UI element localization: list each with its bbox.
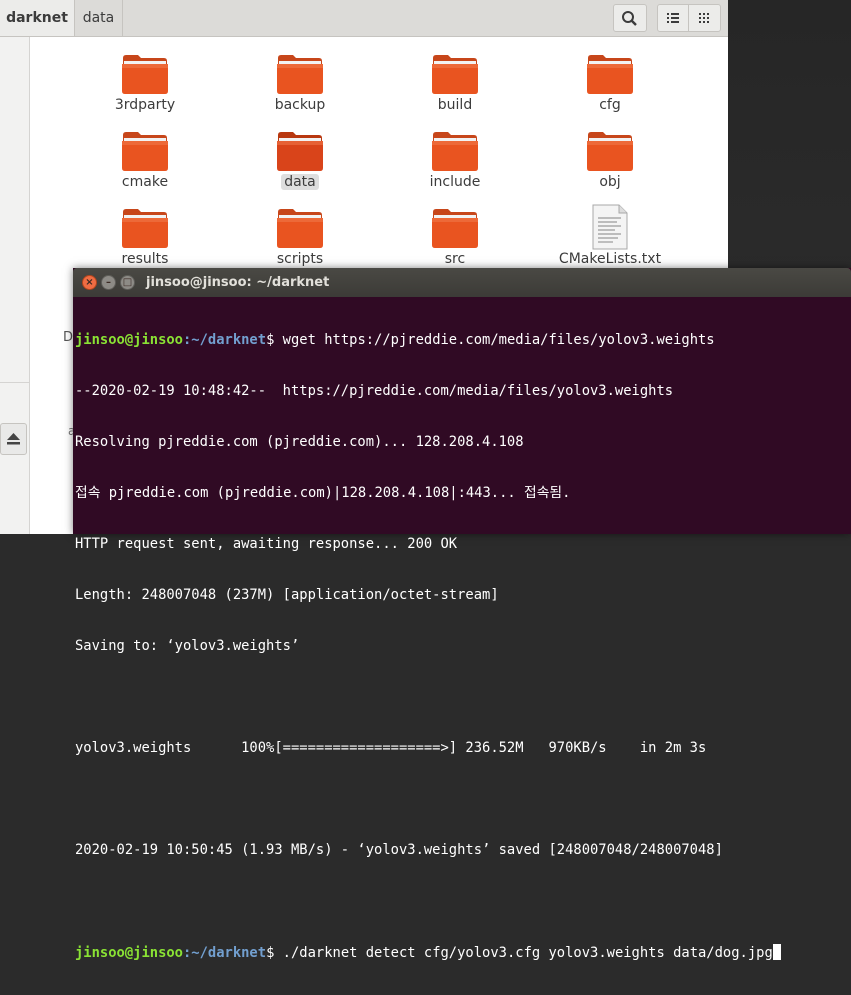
- file-item[interactable]: src: [400, 191, 510, 267]
- output-line: 2020-02-19 10:50:45 (1.93 MB/s) - ‘yolov…: [75, 842, 723, 858]
- output-line: yolov3.weights 100%[===================>…: [75, 740, 707, 756]
- file-item-label: src: [444, 251, 466, 267]
- maximize-button[interactable]: □: [120, 275, 135, 290]
- file-item[interactable]: scripts: [245, 191, 355, 267]
- sidebar: [0, 37, 30, 534]
- close-button[interactable]: ×: [82, 275, 97, 290]
- output-line: Resolving pjreddie.com (pjreddie.com)...…: [75, 434, 524, 450]
- search-button[interactable]: [613, 4, 647, 32]
- command-line: jinsoo@jinsoo:~/darknet$ ./darknet detec…: [75, 944, 851, 961]
- header-bar: darknet data: [0, 0, 728, 37]
- file-item-label: 3rdparty: [114, 97, 176, 113]
- grid-view-icon: [699, 13, 709, 23]
- file-item-label: cfg: [599, 97, 621, 113]
- folder-icon: [277, 209, 323, 248]
- grid-view-button[interactable]: [688, 4, 721, 32]
- folder-icon: [122, 209, 168, 248]
- file-item[interactable]: cmake: [90, 114, 200, 190]
- folder-icon: [587, 55, 633, 94]
- file-item-label: cmake: [121, 174, 169, 190]
- file-item[interactable]: backup: [245, 37, 355, 113]
- file-item[interactable]: build: [400, 37, 510, 113]
- command-text: ./darknet detect cfg/yolov3.cfg yolov3.w…: [274, 945, 773, 961]
- prompt-path: :~/darknet: [182, 332, 267, 348]
- terminal-title: jinsoo@jinsoo: ~/darknet: [146, 275, 330, 290]
- eject-button[interactable]: [0, 423, 27, 455]
- file-item-label: obj: [599, 174, 621, 190]
- file-item-label: backup: [274, 97, 326, 113]
- output-line: 접속 pjreddie.com (pjreddie.com)|128.208.4…: [75, 485, 571, 501]
- file-item[interactable]: include: [400, 114, 510, 190]
- text-file-icon: [592, 204, 628, 250]
- folder-icon: [122, 55, 168, 94]
- file-item-label: include: [429, 174, 481, 190]
- folder-icon: [587, 132, 633, 171]
- file-item-label: build: [437, 97, 473, 113]
- breadcrumb-data[interactable]: data: [75, 0, 123, 36]
- minimize-icon: –: [106, 277, 111, 288]
- file-item[interactable]: data: [245, 114, 355, 190]
- terminal-output[interactable]: jinsoo@jinsoo:~/darknet$ wget https://pj…: [75, 298, 851, 995]
- folder-icon: [432, 132, 478, 171]
- folder-icon: [432, 55, 478, 94]
- folder-icon: [122, 132, 168, 171]
- list-view-button[interactable]: [657, 4, 689, 32]
- cursor: [772, 944, 781, 960]
- file-item-label: CMakeLists.txt: [558, 251, 662, 267]
- output-line: HTTP request sent, awaiting response... …: [75, 536, 458, 552]
- output-line: Saving to: ‘yolov3.weights’: [75, 638, 300, 654]
- terminal-window[interactable]: × – □ jinsoo@jinsoo: ~/darknet jinsoo@ji…: [73, 268, 851, 961]
- file-item[interactable]: CMakeLists.txt: [555, 191, 665, 267]
- prompt-symbol: $: [266, 945, 275, 961]
- file-item-label: scripts: [276, 251, 324, 267]
- maximize-icon: □: [122, 277, 133, 288]
- folder-icon: [277, 132, 323, 171]
- file-item-label: data: [245, 174, 355, 191]
- close-icon: ×: [85, 277, 94, 288]
- file-item[interactable]: results: [90, 191, 200, 267]
- breadcrumb-darknet[interactable]: darknet: [0, 0, 75, 36]
- file-item[interactable]: cfg: [555, 37, 665, 113]
- sidebar-divider: [0, 382, 29, 383]
- eject-icon: [7, 433, 20, 445]
- prompt-path: :~/darknet: [182, 945, 267, 961]
- terminal-titlebar[interactable]: × – □ jinsoo@jinsoo: ~/darknet: [73, 268, 851, 297]
- output-line: --2020-02-19 10:48:42-- https://pjreddie…: [75, 383, 674, 399]
- prompt-user: jinsoo@jinsoo: [75, 332, 183, 348]
- file-item[interactable]: obj: [555, 114, 665, 190]
- file-item[interactable]: 3rdparty: [90, 37, 200, 113]
- command-text: wget https://pjreddie.com/media/files/yo…: [274, 332, 715, 348]
- folder-icon: [277, 55, 323, 94]
- search-icon: [622, 11, 637, 26]
- partial-label: D: [63, 330, 74, 345]
- command-line: jinsoo@jinsoo:~/darknet$ wget https://pj…: [75, 332, 851, 349]
- list-view-icon: [667, 13, 679, 23]
- output-line: Length: 248007048 (237M) [application/oc…: [75, 587, 499, 603]
- prompt-user: jinsoo@jinsoo: [75, 945, 183, 961]
- minimize-button[interactable]: –: [101, 275, 116, 290]
- folder-icon: [432, 209, 478, 248]
- file-item-label: results: [121, 251, 169, 267]
